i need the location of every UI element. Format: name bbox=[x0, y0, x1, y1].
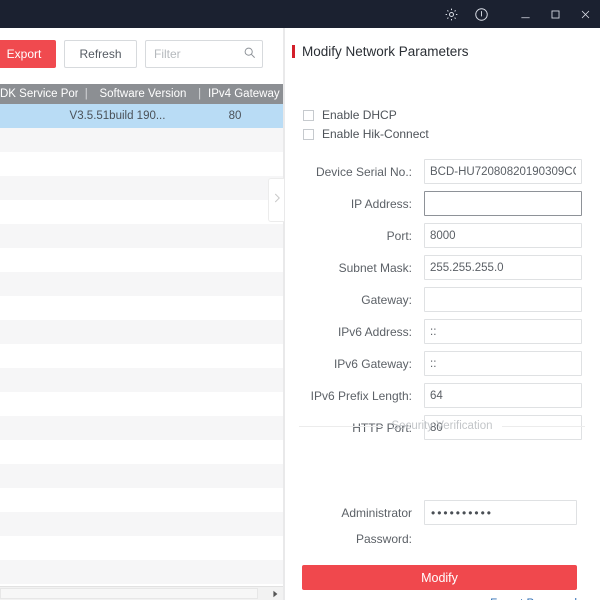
panel-title-text: Modify Network Parameters bbox=[302, 44, 469, 59]
device-list-toolbar: Export Refresh bbox=[0, 40, 283, 70]
table-row[interactable] bbox=[0, 128, 283, 152]
security-verification-divider: Security Verification bbox=[299, 419, 585, 433]
table-row[interactable] bbox=[0, 392, 283, 416]
enable-hik-connect-checkbox-row[interactable]: Enable Hik-Connect bbox=[303, 127, 429, 141]
field-input[interactable] bbox=[424, 159, 582, 184]
checkbox-icon[interactable] bbox=[303, 109, 314, 121]
security-verification-label: Security Verification bbox=[391, 420, 493, 432]
filter-box[interactable] bbox=[145, 40, 263, 68]
title-accent-bar bbox=[292, 45, 295, 58]
field-label: IPv6 Gateway: bbox=[333, 357, 412, 371]
field-label: Port: bbox=[386, 229, 412, 243]
close-icon[interactable] bbox=[570, 0, 600, 28]
modify-button[interactable]: Modify bbox=[302, 565, 577, 590]
cell-http-port: 80 bbox=[228, 110, 242, 122]
administrator-password-row: Administrator Password: bbox=[285, 500, 600, 546]
titlebar-spacer bbox=[496, 14, 510, 15]
table-row[interactable] bbox=[0, 248, 283, 272]
administrator-password-label: Administrator Password: bbox=[341, 506, 412, 546]
scroll-right-arrow-icon[interactable] bbox=[270, 589, 280, 599]
form-row: Device Serial No.: bbox=[285, 158, 600, 186]
field-input[interactable] bbox=[424, 255, 582, 280]
device-list-pane: Export Refresh DK Service Port | Softwar… bbox=[0, 28, 283, 600]
table-row[interactable] bbox=[0, 224, 283, 248]
form-row: IPv6 Prefix Length: bbox=[285, 382, 600, 410]
field-input[interactable] bbox=[424, 191, 582, 216]
table-row[interactable] bbox=[0, 272, 283, 296]
field-label: Subnet Mask: bbox=[338, 261, 412, 275]
field-input[interactable] bbox=[424, 223, 582, 248]
refresh-button[interactable]: Refresh bbox=[64, 40, 137, 68]
device-network-tool-window: Export Refresh DK Service Port | Softwar… bbox=[0, 0, 600, 600]
column-separator: | bbox=[198, 88, 202, 100]
scrollbar-thumb[interactable] bbox=[0, 588, 258, 599]
form-row: Port: bbox=[285, 222, 600, 250]
horizontal-scrollbar[interactable] bbox=[0, 586, 283, 600]
form-row: Subnet Mask: bbox=[285, 254, 600, 282]
table-row[interactable]: V3.5.51build 190... 80 bbox=[0, 104, 283, 128]
enable-dhcp-checkbox-row[interactable]: Enable DHCP bbox=[303, 108, 397, 122]
export-button[interactable]: Export bbox=[0, 40, 56, 68]
form-row: IPv6 Gateway: bbox=[285, 350, 600, 378]
form-row: Gateway: bbox=[285, 286, 600, 314]
table-row[interactable] bbox=[0, 464, 283, 488]
search-icon[interactable] bbox=[243, 46, 256, 64]
device-table-body[interactable]: V3.5.51build 190... 80 bbox=[0, 104, 283, 586]
table-row[interactable] bbox=[0, 512, 283, 536]
cell-software-version: V3.5.51build 190... bbox=[69, 110, 166, 122]
enable-hik-connect-label: Enable Hik-Connect bbox=[322, 127, 429, 141]
table-row[interactable] bbox=[0, 344, 283, 368]
chevron-right-icon bbox=[273, 191, 281, 209]
filter-input[interactable] bbox=[154, 41, 236, 67]
table-row[interactable] bbox=[0, 152, 283, 176]
field-label: IPv6 Address: bbox=[337, 325, 412, 339]
column-separator: | bbox=[84, 88, 88, 100]
column-header-sdk-service-port[interactable]: DK Service Port bbox=[0, 84, 78, 104]
table-row[interactable] bbox=[0, 320, 283, 344]
table-row[interactable] bbox=[0, 296, 283, 320]
table-row[interactable] bbox=[0, 368, 283, 392]
field-input[interactable] bbox=[424, 319, 582, 344]
table-row[interactable] bbox=[0, 536, 283, 560]
field-label: Gateway: bbox=[361, 293, 412, 307]
table-row[interactable] bbox=[0, 560, 283, 584]
column-header-ipv4-gateway[interactable]: IPv4 Gateway bbox=[208, 84, 280, 104]
enable-dhcp-label: Enable DHCP bbox=[322, 108, 397, 122]
network-parameters-form: Device Serial No.: IP Address: Port: Subnet… bbox=[285, 158, 600, 446]
field-label: IP Address: bbox=[350, 197, 412, 211]
info-icon[interactable] bbox=[466, 0, 496, 28]
column-header-software-version[interactable]: Software Version bbox=[94, 84, 191, 104]
form-row: IPv6 Address: bbox=[285, 318, 600, 346]
table-row[interactable] bbox=[0, 488, 283, 512]
field-label: Device Serial No.: bbox=[315, 165, 412, 179]
minimize-icon[interactable] bbox=[510, 0, 540, 28]
field-input[interactable] bbox=[424, 351, 582, 376]
gear-icon[interactable] bbox=[436, 0, 466, 28]
administrator-password-input[interactable] bbox=[424, 500, 577, 525]
maximize-icon[interactable] bbox=[540, 0, 570, 28]
field-label: IPv6 Prefix Length: bbox=[310, 389, 412, 403]
table-row[interactable] bbox=[0, 200, 283, 224]
modify-network-parameters-panel: Modify Network Parameters Enable DHCP En… bbox=[285, 28, 600, 600]
title-bar bbox=[0, 0, 600, 28]
divider-line-right bbox=[501, 425, 585, 427]
table-row[interactable] bbox=[0, 440, 283, 464]
table-row[interactable] bbox=[0, 176, 283, 200]
device-table-header: DK Service Port | Software Version | IPv… bbox=[0, 84, 283, 104]
table-row[interactable] bbox=[0, 416, 283, 440]
divider-line-left bbox=[299, 425, 383, 427]
panel-title: Modify Network Parameters bbox=[292, 44, 469, 59]
collapse-panel-handle[interactable] bbox=[268, 178, 284, 222]
field-input[interactable] bbox=[424, 383, 582, 408]
field-input[interactable] bbox=[424, 287, 582, 312]
checkbox-icon[interactable] bbox=[303, 128, 314, 140]
form-row: IP Address: bbox=[285, 190, 600, 218]
